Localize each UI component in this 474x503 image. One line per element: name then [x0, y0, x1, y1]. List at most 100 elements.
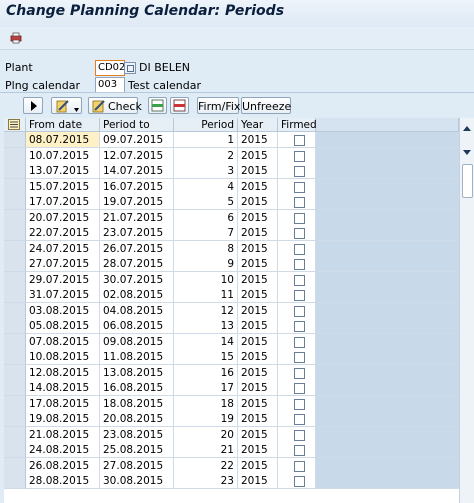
period-to-cell[interactable]: 02.08.2015 — [100, 287, 174, 303]
from-date-cell[interactable]: 10.07.2015 — [26, 147, 100, 164]
period-to-cell[interactable]: 26.07.2015 — [100, 240, 174, 257]
firmed-checkbox[interactable] — [294, 445, 305, 456]
row-selector[interactable] — [4, 147, 26, 164]
scrollbar-thumb[interactable] — [462, 164, 473, 198]
row-selector[interactable] — [4, 318, 26, 334]
column-header-firmed[interactable]: Firmed — [278, 118, 317, 132]
column-header-period[interactable]: Period — [174, 118, 238, 132]
period-cell[interactable]: 16 — [174, 364, 238, 381]
period-to-cell[interactable]: 04.08.2015 — [100, 302, 174, 319]
from-date-cell[interactable]: 15.07.2015 — [26, 178, 100, 195]
from-date-cell[interactable]: 08.07.2015 — [26, 132, 100, 148]
period-to-cell[interactable]: 21.07.2015 — [100, 209, 174, 226]
year-cell[interactable]: 2015 — [238, 302, 278, 319]
period-cell[interactable]: 13 — [174, 318, 238, 334]
row-selector[interactable] — [4, 457, 26, 474]
year-cell[interactable]: 2015 — [238, 364, 278, 381]
from-date-cell[interactable]: 24.07.2015 — [26, 240, 100, 257]
from-date-cell[interactable]: 27.07.2015 — [26, 256, 100, 272]
year-cell[interactable]: 2015 — [238, 442, 278, 458]
from-date-cell[interactable]: 31.07.2015 — [26, 287, 100, 303]
firmed-checkbox[interactable] — [294, 305, 305, 317]
year-cell[interactable]: 2015 — [238, 380, 278, 396]
row-selector[interactable] — [4, 256, 26, 272]
row-selector[interactable] — [4, 225, 26, 241]
period-to-cell[interactable]: 20.08.2015 — [100, 411, 174, 427]
column-header-period-to[interactable]: Period to — [100, 118, 174, 132]
row-selector[interactable] — [4, 287, 26, 303]
firmed-checkbox[interactable] — [294, 150, 305, 162]
period-to-cell[interactable]: 30.08.2015 — [100, 473, 174, 489]
edit-menu-button[interactable] — [51, 97, 82, 114]
period-to-cell[interactable]: 16.08.2015 — [100, 380, 174, 396]
period-to-cell[interactable]: 23.08.2015 — [100, 426, 174, 443]
from-date-cell[interactable]: 14.08.2015 — [26, 380, 100, 396]
period-cell[interactable]: 21 — [174, 442, 238, 458]
row-selector[interactable] — [4, 411, 26, 427]
row-selector[interactable] — [4, 442, 26, 458]
period-to-cell[interactable]: 14.07.2015 — [100, 163, 174, 179]
delete-row-button[interactable] — [170, 97, 189, 114]
year-cell[interactable]: 2015 — [238, 395, 278, 412]
firmed-checkbox[interactable] — [294, 166, 305, 177]
period-to-cell[interactable]: 27.08.2015 — [100, 457, 174, 474]
period-to-cell[interactable]: 11.08.2015 — [100, 349, 174, 365]
from-date-cell[interactable]: 17.07.2015 — [26, 194, 100, 210]
from-date-cell[interactable]: 03.08.2015 — [26, 302, 100, 319]
unfreeze-button[interactable]: Unfreeze — [241, 97, 291, 114]
year-cell[interactable]: 2015 — [238, 349, 278, 365]
planning-calendar-field[interactable]: 003 — [95, 77, 125, 93]
period-cell[interactable]: 18 — [174, 395, 238, 412]
row-selector[interactable] — [4, 271, 26, 288]
year-cell[interactable]: 2015 — [238, 457, 278, 474]
firmed-checkbox[interactable] — [294, 135, 305, 146]
from-date-cell[interactable]: 19.08.2015 — [26, 411, 100, 427]
period-to-cell[interactable]: 09.08.2015 — [100, 333, 174, 350]
from-date-cell[interactable]: 13.07.2015 — [26, 163, 100, 179]
firmed-checkbox[interactable] — [294, 181, 305, 193]
row-selector[interactable] — [4, 364, 26, 381]
year-cell[interactable]: 2015 — [238, 426, 278, 443]
firmed-checkbox[interactable] — [294, 429, 305, 441]
year-cell[interactable]: 2015 — [238, 147, 278, 164]
firmed-checkbox[interactable] — [294, 259, 305, 270]
firmed-checkbox[interactable] — [294, 274, 305, 286]
row-selector[interactable] — [4, 132, 26, 148]
row-selector[interactable] — [4, 349, 26, 365]
from-date-cell[interactable]: 10.08.2015 — [26, 349, 100, 365]
period-to-cell[interactable]: 28.07.2015 — [100, 256, 174, 272]
period-to-cell[interactable]: 18.08.2015 — [100, 395, 174, 412]
year-cell[interactable]: 2015 — [238, 194, 278, 210]
firmed-checkbox[interactable] — [294, 243, 305, 255]
period-cell[interactable]: 17 — [174, 380, 238, 396]
firmed-checkbox[interactable] — [294, 367, 305, 379]
period-cell[interactable]: 7 — [174, 225, 238, 241]
period-cell[interactable]: 22 — [174, 457, 238, 474]
period-to-cell[interactable]: 23.07.2015 — [100, 225, 174, 241]
year-cell[interactable]: 2015 — [238, 287, 278, 303]
scroll-down-icon[interactable] — [463, 150, 471, 155]
period-to-cell[interactable]: 09.07.2015 — [100, 132, 174, 148]
scroll-up-icon[interactable] — [463, 126, 471, 131]
period-cell[interactable]: 1 — [174, 132, 238, 148]
plant-field[interactable]: CD02 — [95, 60, 125, 76]
year-cell[interactable]: 2015 — [238, 333, 278, 350]
row-selector[interactable] — [4, 473, 26, 489]
period-cell[interactable]: 6 — [174, 209, 238, 226]
print-icon[interactable] — [9, 31, 23, 45]
firmed-checkbox[interactable] — [294, 197, 305, 208]
check-button[interactable]: Check — [88, 97, 142, 114]
firmed-checkbox[interactable] — [294, 352, 305, 363]
period-to-cell[interactable]: 12.07.2015 — [100, 147, 174, 164]
next-button[interactable] — [23, 97, 43, 114]
row-selector[interactable] — [4, 163, 26, 179]
from-date-cell[interactable]: 17.08.2015 — [26, 395, 100, 412]
row-selector[interactable] — [4, 178, 26, 195]
period-cell[interactable]: 23 — [174, 473, 238, 489]
from-date-cell[interactable]: 28.08.2015 — [26, 473, 100, 489]
value-help-icon[interactable] — [124, 62, 136, 74]
period-to-cell[interactable]: 06.08.2015 — [100, 318, 174, 334]
firm-fix-button[interactable]: Firm/Fix — [197, 97, 240, 114]
firmed-checkbox[interactable] — [294, 336, 305, 348]
from-date-cell[interactable]: 22.07.2015 — [26, 225, 100, 241]
